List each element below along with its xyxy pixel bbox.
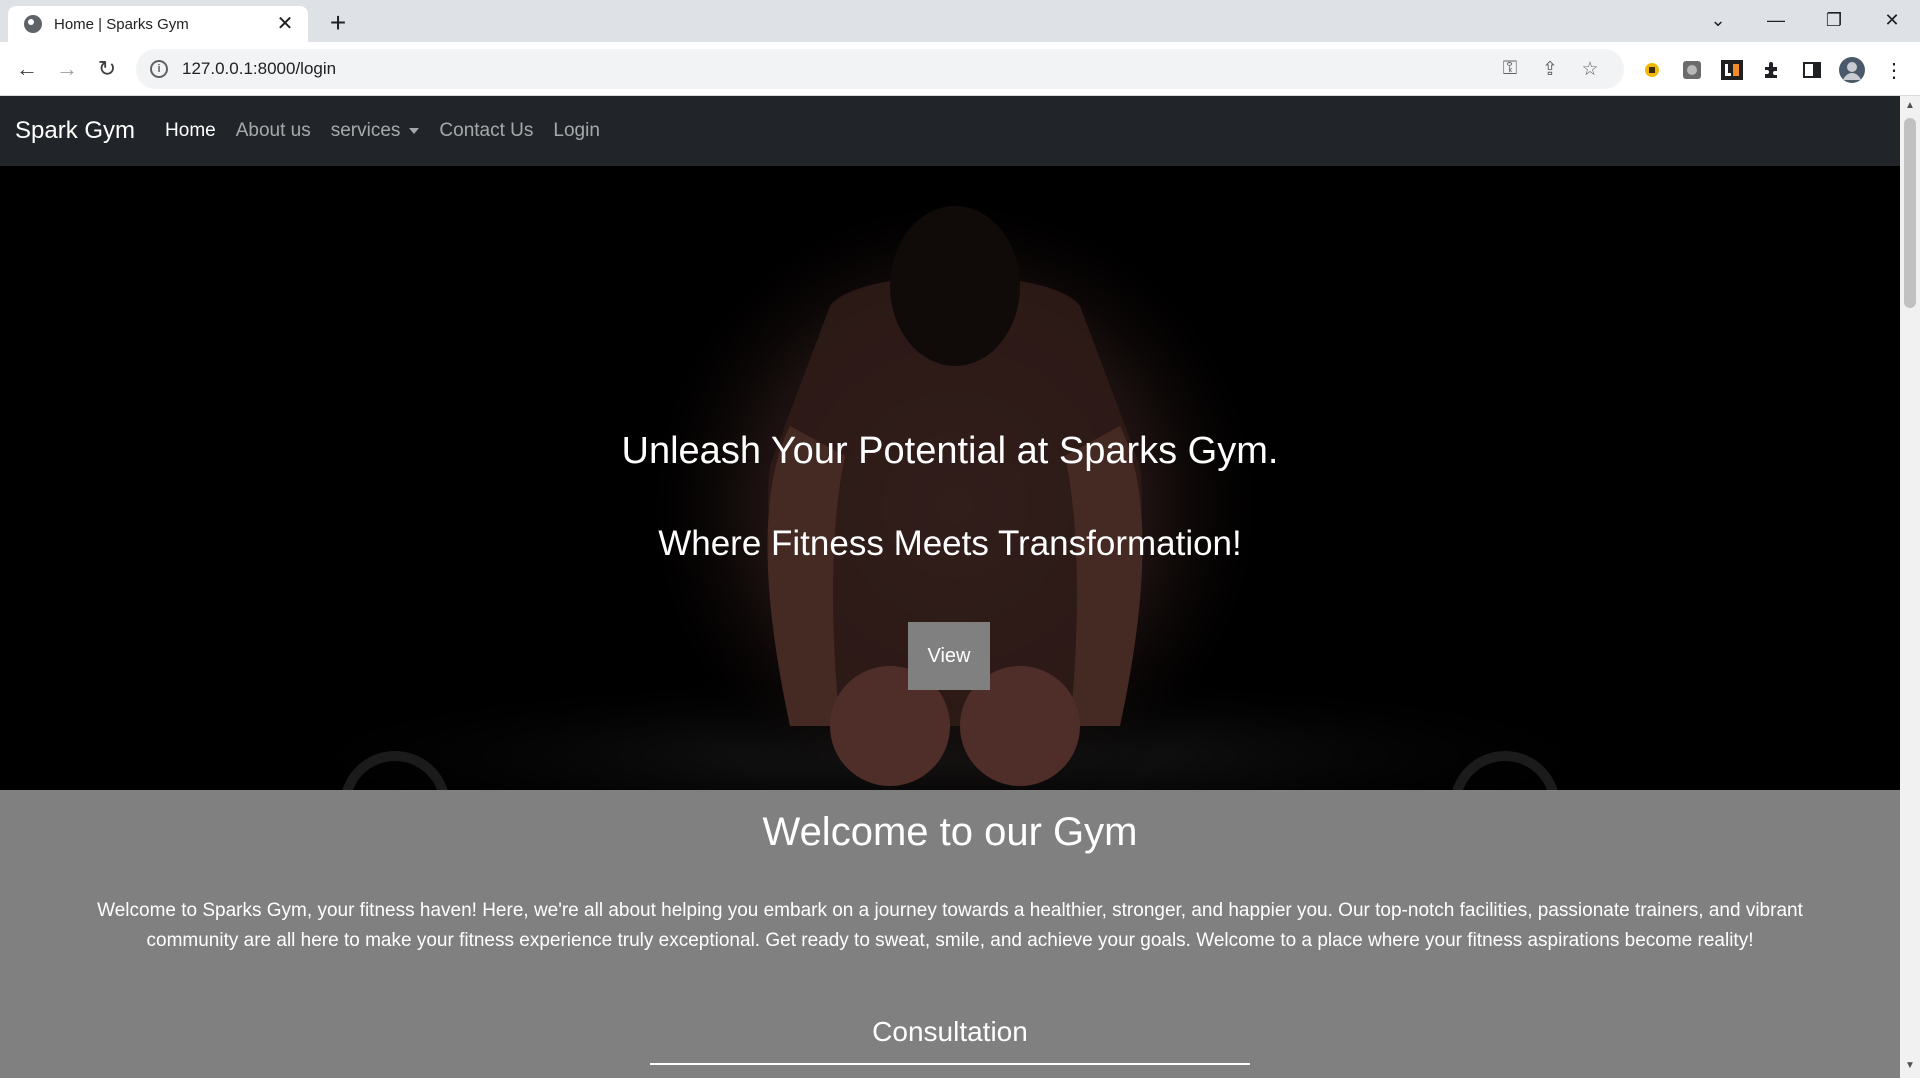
page-scrollbar[interactable]: ▲ ▼ — [1900, 96, 1920, 1078]
browser-tabstrip: Home | Sparks Gym ✕ + ⌄ — ❐ ✕ — [0, 0, 1920, 42]
site-info-icon[interactable]: i — [150, 60, 168, 78]
consultation-heading: Consultation — [872, 1016, 1028, 1047]
consultation-underline — [650, 1063, 1250, 1065]
forward-button[interactable]: → — [52, 54, 82, 84]
site-navbar: Spark Gym Home About us services Contact… — [0, 96, 1900, 166]
restore-button[interactable]: ❐ — [1806, 0, 1862, 40]
hero-content: Unleash Your Potential at Sparks Gym. Wh… — [0, 166, 1900, 790]
page-viewport: Spark Gym Home About us services Contact… — [0, 96, 1900, 1078]
welcome-section: Welcome to our Gym Welcome to Sparks Gym… — [0, 790, 1900, 1078]
tab-search-icon[interactable]: ⌄ — [1690, 0, 1746, 40]
menu-kebab-icon[interactable]: ⋮ — [1880, 56, 1908, 84]
nav-dropdown-services[interactable]: services — [331, 120, 420, 142]
nav-dropdown-services-label: services — [330, 120, 401, 141]
extension-icon-2[interactable] — [1678, 56, 1706, 84]
key-icon[interactable]: ⚿ — [1490, 54, 1530, 84]
extension-icon-1[interactable] — [1638, 56, 1666, 84]
url-text[interactable]: 127.0.0.1:8000/login — [182, 59, 1490, 79]
reload-button[interactable]: ↻ — [92, 54, 122, 84]
browser-toolbar: ← → ↻ i 127.0.0.1:8000/login ⚿ ⇪ ☆ ⋮ — [0, 42, 1920, 96]
share-icon[interactable]: ⇪ — [1530, 54, 1570, 84]
close-window-button[interactable]: ✕ — [1864, 0, 1920, 40]
extension-icon-3[interactable] — [1718, 56, 1746, 84]
tab-title: Home | Sparks Gym — [54, 15, 189, 33]
caret-down-icon — [409, 128, 420, 134]
side-panel-icon[interactable] — [1798, 56, 1826, 84]
nav-link-home[interactable]: Home — [165, 120, 216, 142]
hero-title: Unleash Your Potential at Sparks Gym. — [621, 430, 1279, 472]
back-button[interactable]: ← — [12, 54, 42, 84]
bookmark-star-icon[interactable]: ☆ — [1570, 54, 1610, 84]
view-button[interactable]: View — [908, 622, 990, 690]
welcome-paragraph: Welcome to Sparks Gym, your fitness have… — [97, 900, 1803, 951]
puzzle-icon[interactable] — [1758, 56, 1786, 84]
nav-link-about[interactable]: About us — [236, 120, 311, 142]
address-bar[interactable]: i 127.0.0.1:8000/login ⚿ ⇪ ☆ — [136, 49, 1624, 89]
welcome-title: Welcome to our Gym — [762, 810, 1138, 854]
hero-subtitle: Where Fitness Meets Transformation! — [658, 524, 1242, 563]
scrollbar-thumb[interactable] — [1904, 118, 1916, 308]
nav-link-contact[interactable]: Contact Us — [439, 120, 533, 142]
new-tab-button[interactable]: + — [322, 8, 354, 40]
scroll-up-icon[interactable]: ▲ — [1900, 100, 1920, 114]
nav-link-login[interactable]: Login — [553, 120, 600, 142]
hero-section: Unleash Your Potential at Sparks Gym. Wh… — [0, 166, 1900, 790]
profile-avatar[interactable] — [1838, 56, 1866, 84]
tab-close-icon[interactable]: ✕ — [274, 14, 296, 34]
minimize-button[interactable]: — — [1748, 0, 1804, 40]
navbar-brand[interactable]: Spark Gym — [15, 117, 135, 145]
scroll-down-icon[interactable]: ▼ — [1900, 1060, 1920, 1074]
globe-icon — [24, 15, 42, 33]
browser-tab-active[interactable]: Home | Sparks Gym ✕ — [8, 6, 308, 42]
